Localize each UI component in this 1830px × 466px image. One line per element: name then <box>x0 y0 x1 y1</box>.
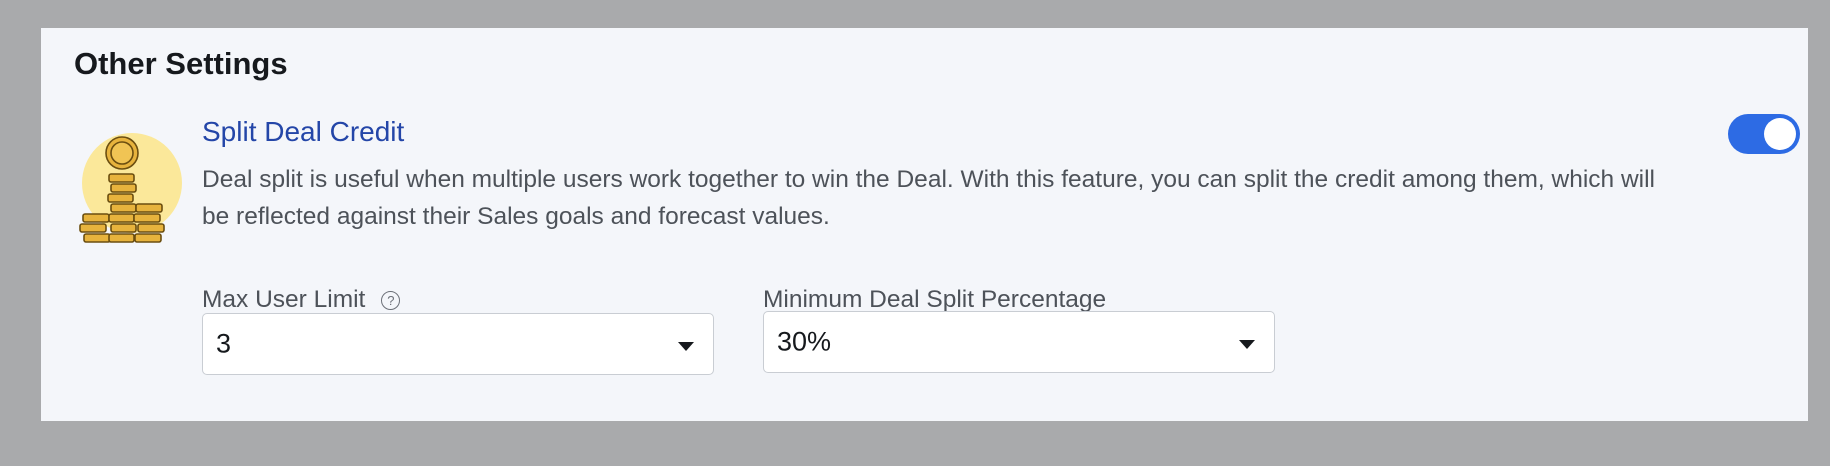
chevron-down-icon <box>1239 340 1255 349</box>
min-split-percentage-value: 30% <box>777 326 832 357</box>
max-user-limit-value: 3 <box>216 328 232 359</box>
split-deal-credit-description: Deal split is useful when multiple users… <box>202 166 1655 230</box>
section-title: Other Settings <box>74 46 288 81</box>
other-settings-panel: Other Settings Split Deal Credit Deal sp… <box>41 28 1808 421</box>
toggle-knob <box>1764 118 1796 150</box>
min-split-percentage-select[interactable]: 30% <box>763 311 1275 373</box>
max-user-limit-label: Max User Limit ? <box>202 286 401 314</box>
max-user-limit-select[interactable]: 3 <box>202 313 714 375</box>
help-icon[interactable]: ? <box>381 290 401 310</box>
max-user-limit-label-text: Max User Limit <box>202 286 366 313</box>
min-split-percentage-label: Minimum Deal Split Percentage <box>763 286 1107 313</box>
chevron-down-icon <box>678 342 694 351</box>
coins-stack-icon <box>74 123 184 243</box>
split-deal-credit-title[interactable]: Split Deal Credit <box>202 116 404 148</box>
split-deal-credit-toggle[interactable] <box>1728 114 1800 154</box>
